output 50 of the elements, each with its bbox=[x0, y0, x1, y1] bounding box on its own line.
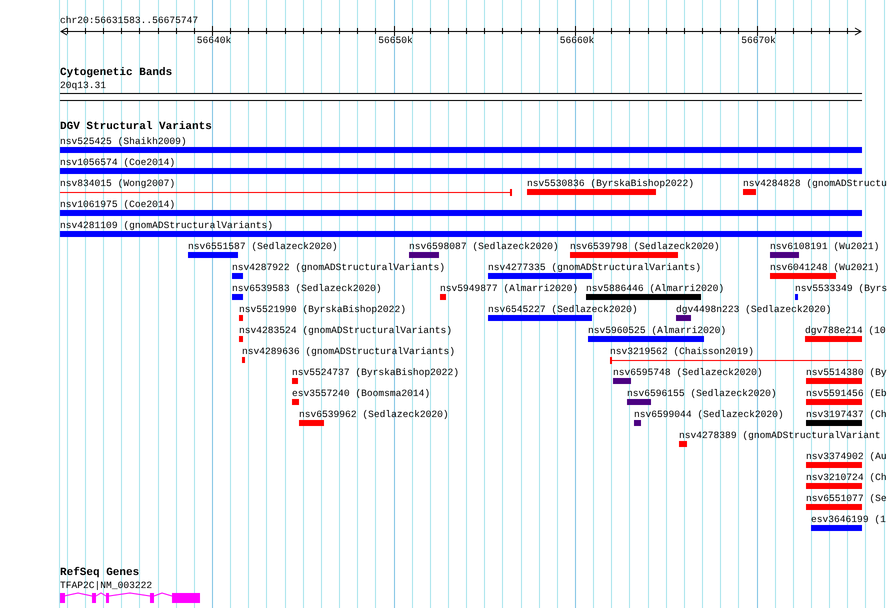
variant-label: nsv4287922 (gnomADStructuralVariants) bbox=[232, 262, 446, 273]
gene-label: TFAP2C|NM_003222 bbox=[60, 580, 152, 591]
variant-label: nsv834015 (Wong2007) bbox=[60, 178, 176, 189]
variant-label: esv3557240 (Boomsma2014) bbox=[292, 388, 430, 399]
variant-label: nsv6539583 (Sedlazeck2020) bbox=[232, 283, 382, 294]
variant-label: dgv788e214 (10 bbox=[805, 325, 886, 336]
variant-label: nsv3197437 (Ch bbox=[806, 409, 887, 420]
variant-label: nsv5533349 (Byrs bbox=[795, 283, 888, 294]
variant-label: nsv3210724 (Ch bbox=[806, 472, 887, 483]
variant-label: nsv6041248 (Wu2021) bbox=[770, 262, 880, 273]
tick-label: 56670k bbox=[741, 35, 776, 46]
variant-label: nsv4277335 (gnomADStructuralVariants) bbox=[488, 262, 702, 273]
variant-label: nsv6596155 (Sedlazeck2020) bbox=[627, 388, 777, 399]
tick-label: 56640k bbox=[196, 35, 232, 46]
variant-label: nsv525425 (Shaikh2009) bbox=[60, 136, 187, 147]
variant-label: esv3646199 (1 bbox=[811, 514, 886, 525]
variant-label: nsv4281109 (gnomADStructuralVariants) bbox=[60, 220, 274, 231]
track-title: DGV Structural Variants bbox=[60, 121, 212, 133]
variant-label: dgv4498n223 (Sedlazeck2020) bbox=[676, 304, 832, 315]
variant-label: nsv5960525 (Almarri2020) bbox=[588, 325, 726, 336]
variant-label: nsv1056574 (Coe2014) bbox=[60, 157, 176, 168]
tick-label: 56660k bbox=[560, 35, 594, 46]
variant-label: nsv4284828 (gnomADStructu bbox=[743, 178, 887, 189]
variant-label: nsv3219562 (Chaisson2019) bbox=[610, 346, 754, 357]
band-label: 20q13.31 bbox=[60, 80, 106, 91]
track-title: RefSeq Genes bbox=[60, 567, 140, 579]
tick-label: 56650k bbox=[378, 35, 413, 46]
variant-label: nsv3374902 (Au bbox=[806, 451, 887, 462]
variant-label: nsv4278389 (gnomADStructuralVariant bbox=[679, 430, 881, 441]
variant-label: nsv6539962 (Sedlazeck2020) bbox=[299, 409, 449, 420]
variant-label: nsv6545227 (Sedlazeck2020) bbox=[488, 304, 638, 315]
variant-label: nsv1061975 (Coe2014) bbox=[60, 199, 176, 210]
variant-label: nsv5514380 (By bbox=[806, 367, 887, 378]
track-title: Cytogenetic Bands bbox=[60, 67, 172, 79]
variant-label: nsv4289636 (gnomADStructuralVariants) bbox=[242, 346, 456, 357]
variant-label: nsv6595748 (Sedlazeck2020) bbox=[613, 367, 763, 378]
variant-label: nsv5524737 (ByrskaBishop2022) bbox=[292, 367, 459, 378]
variant-label: nsv6598087 (Sedlazeck2020) bbox=[409, 241, 559, 252]
variant-label: nsv6539798 (Sedlazeck2020) bbox=[570, 241, 720, 252]
location-label: chr20:56631583..56675747 bbox=[60, 15, 198, 26]
variant-label: nsv6551077 (Se bbox=[806, 493, 887, 504]
variant-label: nsv5521990 (ByrskaBishop2022) bbox=[239, 304, 406, 315]
variant-label: nsv5886446 (Almarri2020) bbox=[586, 283, 724, 294]
variant-label: nsv6551587 (Sedlazeck2020) bbox=[188, 241, 338, 252]
variant-label: nsv6599044 (Sedlazeck2020) bbox=[634, 409, 784, 420]
variant-label: nsv4283524 (gnomADStructuralVariants) bbox=[239, 325, 452, 336]
variant-label: nsv5530836 (ByrskaBishop2022) bbox=[527, 178, 694, 189]
variant-label: nsv5591456 (Eb bbox=[806, 388, 887, 399]
variant-label: nsv6108191 (Wu2021) bbox=[770, 241, 880, 252]
variant-label: nsv5949877 (Almarri2020) bbox=[440, 283, 578, 294]
